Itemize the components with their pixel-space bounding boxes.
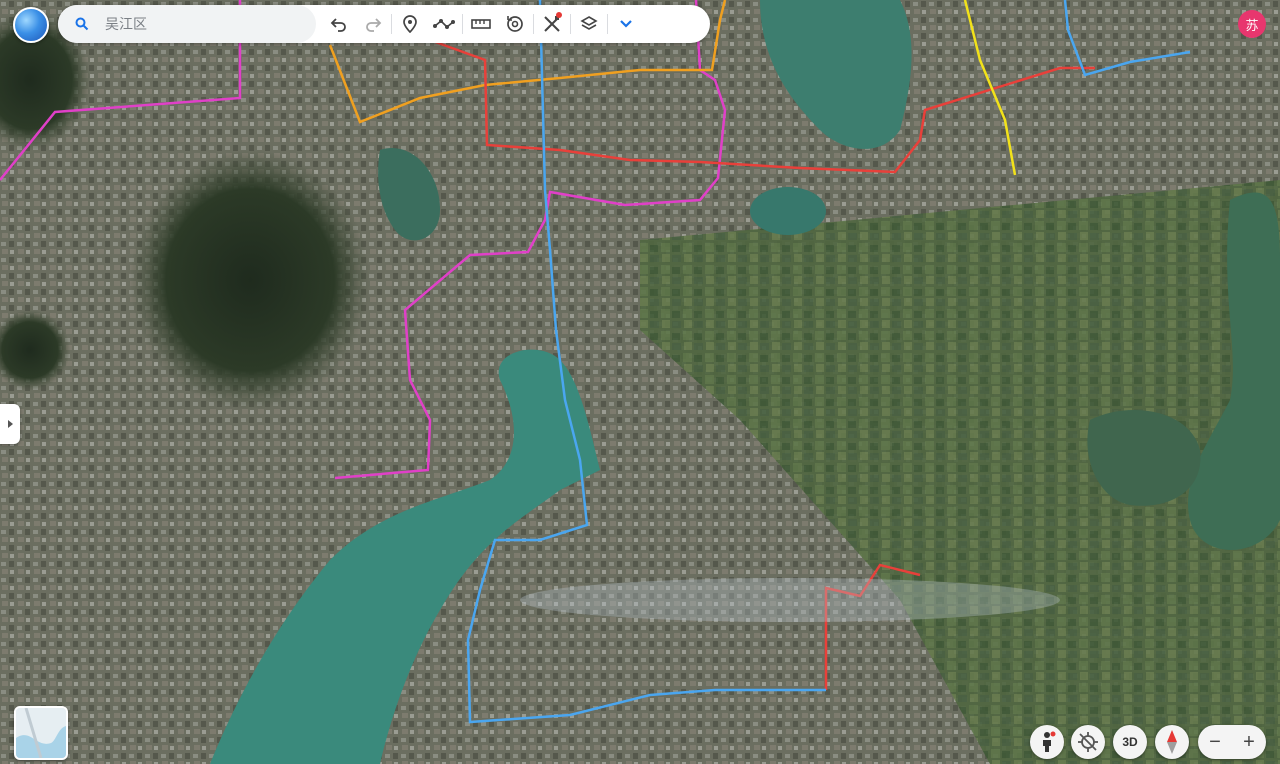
lake [750,187,826,235]
zoom-in-button[interactable]: + [1234,725,1264,759]
side-panel-toggle[interactable] [0,404,20,444]
layers-button[interactable] [572,5,606,43]
divider [391,14,392,34]
placemark-icon [403,15,417,33]
divider [533,14,534,34]
chevron-down-icon [620,20,632,28]
redo-icon [366,18,382,32]
divider [570,14,571,34]
compass-icon [1167,730,1177,754]
location-button[interactable] [1071,725,1105,759]
tools-button[interactable] [535,5,569,43]
measure-button[interactable] [464,5,498,43]
street-view-button[interactable] [1030,725,1064,759]
haze [520,578,1060,622]
undo-icon [330,18,346,32]
history-button[interactable] [498,5,532,43]
layers-icon [580,16,598,30]
search-box [58,5,316,43]
minimap[interactable] [14,706,68,760]
avatar[interactable]: 苏 [1238,10,1266,38]
undo-button[interactable] [322,5,356,43]
app-logo[interactable] [13,7,49,43]
redo-button[interactable] [356,5,390,43]
toolbar [58,5,710,43]
minimap-thumbnail [16,708,66,758]
divider [607,14,608,34]
chevron-right-icon [8,420,13,428]
draw-path-button[interactable] [427,5,461,43]
divider [462,14,463,34]
location-off-icon [1078,732,1098,752]
view-3d-button[interactable]: 3D [1113,725,1147,759]
zoom-out-button[interactable]: − [1200,725,1230,759]
expand-toolbar-button[interactable] [609,5,643,43]
add-placemark-button[interactable] [393,5,427,43]
search-icon[interactable] [75,17,89,31]
history-icon [507,16,523,32]
path-icon [433,19,455,29]
zoom-control: − + [1198,725,1266,759]
ruler-icon [471,19,491,29]
compass-button[interactable] [1155,725,1189,759]
person-icon [1043,731,1056,752]
satellite-map[interactable] [0,0,1280,764]
notification-dot [556,12,562,18]
search-input[interactable] [103,15,297,33]
mountain-area [130,150,370,410]
